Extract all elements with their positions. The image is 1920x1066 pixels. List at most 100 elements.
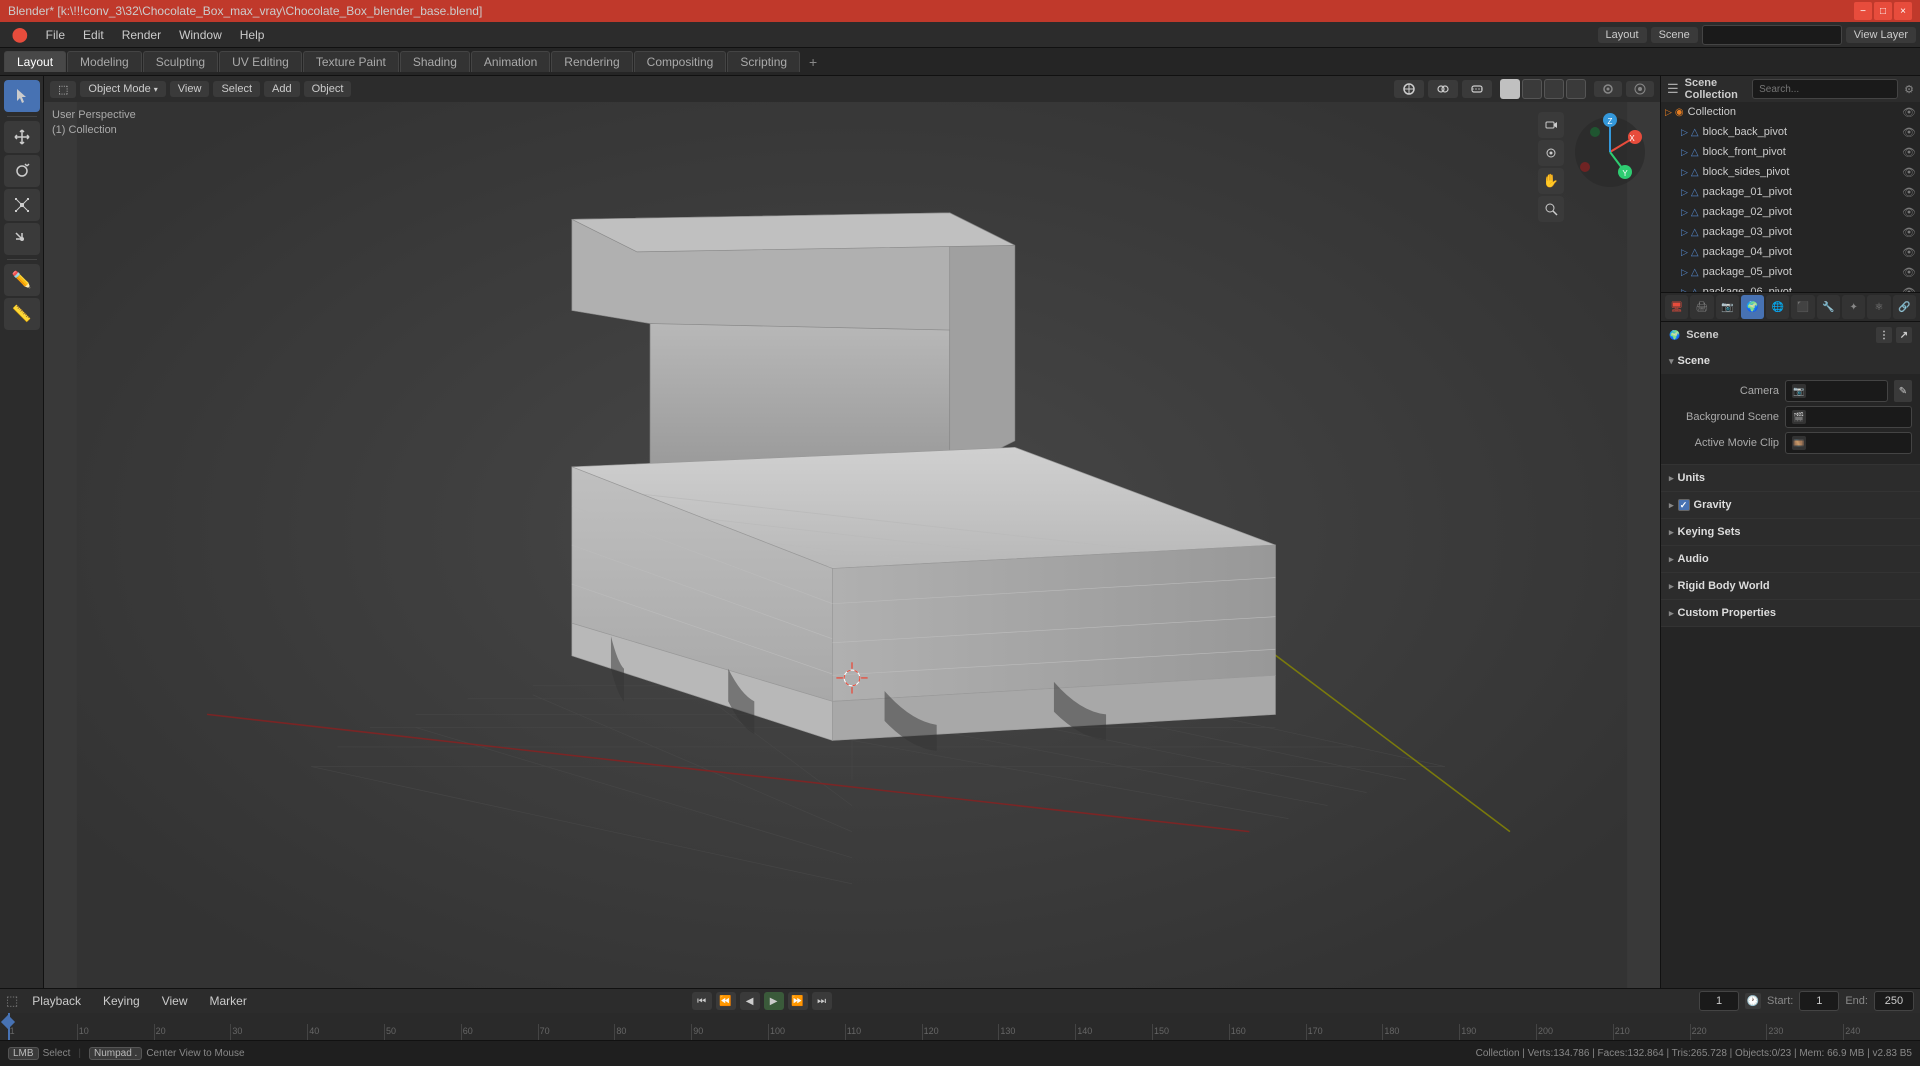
keying-sets-section-header[interactable]: ▸ Keying Sets — [1661, 519, 1920, 545]
menu-file[interactable]: File — [38, 26, 73, 44]
viewport-xray-toggle[interactable] — [1462, 80, 1492, 98]
camera-pick-button[interactable]: ✎ — [1894, 380, 1912, 402]
viewport[interactable]: ⬚ Object Mode ▾ View Select Add Object — [44, 76, 1660, 988]
close-button[interactable]: × — [1894, 2, 1912, 20]
camera-view-button[interactable] — [1538, 112, 1564, 138]
play-reverse-button[interactable]: ◀ — [740, 992, 760, 1010]
menu-render[interactable]: Render — [114, 26, 169, 44]
add-workspace-button[interactable]: + — [801, 51, 825, 73]
zoom-button[interactable] — [1538, 196, 1564, 222]
tab-animation[interactable]: Animation — [471, 51, 550, 72]
solid-shading-button[interactable] — [1500, 79, 1520, 99]
navigation-gizmo[interactable]: X Y Z — [1570, 112, 1650, 192]
background-scene-value[interactable]: 🎬 — [1785, 406, 1912, 428]
timeline-ruler[interactable]: 1102030405060708090100110120130140150160… — [0, 1013, 1920, 1040]
outliner-visibility-icon[interactable]: 👁 — [1902, 126, 1916, 139]
annotate-tool-button[interactable]: ✏️ — [4, 264, 40, 296]
rendered-shading-button[interactable] — [1544, 79, 1564, 99]
jump-to-start-button[interactable]: ⏮ — [692, 992, 712, 1010]
timeline-marker-menu[interactable]: Marker — [202, 992, 255, 1010]
render-view-button[interactable] — [1538, 140, 1564, 166]
viewport-add-menu[interactable]: Add — [264, 81, 300, 97]
tab-uv-editing[interactable]: UV Editing — [219, 51, 302, 72]
props-tab-object[interactable]: ⬛ — [1791, 295, 1814, 319]
menu-help[interactable]: Help — [232, 26, 273, 44]
minimize-button[interactable]: − — [1854, 2, 1872, 20]
outliner-item[interactable]: ▷ △ package_06_pivot 👁 — [1661, 282, 1920, 292]
outliner-visibility-icon[interactable]: 👁 — [1902, 246, 1916, 259]
props-tab-scene[interactable]: 🌍 — [1741, 295, 1764, 319]
step-forward-button[interactable]: ⏩ — [788, 992, 808, 1010]
jump-to-end-button[interactable]: ⏭ — [812, 992, 832, 1010]
proportional-edit-toggle[interactable] — [1626, 81, 1654, 97]
outliner-filter-button[interactable]: ⚙ — [1904, 83, 1914, 96]
props-tab-view-layer[interactable]: 📷 — [1716, 295, 1739, 319]
end-frame-field[interactable]: 250 — [1874, 991, 1914, 1011]
timeline-editor-type-button[interactable]: ⬚ — [6, 993, 18, 1009]
viewport-object-menu[interactable]: Object — [304, 81, 352, 97]
outliner-visibility-icon[interactable]: 👁 — [1902, 226, 1916, 239]
scale-tool-button[interactable] — [4, 189, 40, 221]
measure-tool-button[interactable]: 📏 — [4, 298, 40, 330]
panel-options-button[interactable]: ⋮ — [1876, 327, 1892, 343]
rigid-body-world-section-header[interactable]: ▸ Rigid Body World — [1661, 573, 1920, 599]
step-back-button[interactable]: ⏪ — [716, 992, 736, 1010]
timeline-view-menu[interactable]: View — [154, 992, 196, 1010]
tab-compositing[interactable]: Compositing — [634, 51, 727, 72]
audio-section-header[interactable]: ▸ Audio — [1661, 546, 1920, 572]
camera-value[interactable]: 📷 — [1785, 380, 1888, 402]
scene-view[interactable] — [44, 76, 1660, 988]
tab-shading[interactable]: Shading — [400, 51, 470, 72]
object-mode-dropdown[interactable]: Object Mode ▾ — [80, 81, 165, 97]
outliner-item[interactable]: ▷ △ package_03_pivot 👁 — [1661, 222, 1920, 242]
tab-modeling[interactable]: Modeling — [67, 51, 142, 72]
menu-window[interactable]: Window — [171, 26, 230, 44]
tab-rendering[interactable]: Rendering — [551, 51, 632, 72]
grab-button[interactable]: ✋ — [1538, 168, 1564, 194]
outliner-visibility-icon[interactable]: 👁 — [1902, 186, 1916, 199]
viewport-snap-toggle[interactable] — [1594, 81, 1622, 97]
tab-sculpting[interactable]: Sculpting — [143, 51, 218, 72]
props-tab-world[interactable]: 🌐 — [1766, 295, 1789, 319]
props-tab-output[interactable]: 🖨 — [1690, 295, 1713, 319]
props-tab-particles[interactable]: ✦ — [1842, 295, 1865, 319]
outliner-visibility-icon[interactable]: 👁 — [1902, 146, 1916, 159]
gravity-section-header[interactable]: ▸ ✓ Gravity — [1661, 492, 1920, 518]
outliner-search-input[interactable] — [1752, 79, 1898, 99]
tab-texture-paint[interactable]: Texture Paint — [303, 51, 399, 72]
timeline-playback-menu[interactable]: Playback — [24, 992, 89, 1010]
outliner-item[interactable]: ▷ △ block_sides_pivot 👁 — [1661, 162, 1920, 182]
viewport-view-menu[interactable]: View — [170, 81, 210, 97]
wireframe-shading-button[interactable] — [1566, 79, 1586, 99]
outliner-item[interactable]: ▷ △ block_front_pivot 👁 — [1661, 142, 1920, 162]
props-tab-physics[interactable]: ⚛ — [1867, 295, 1890, 319]
viewport-gizmos-toggle[interactable] — [1394, 80, 1424, 98]
outliner-item[interactable]: ▷ △ package_02_pivot 👁 — [1661, 202, 1920, 222]
outliner-item[interactable]: ▷ △ package_05_pivot 👁 — [1661, 262, 1920, 282]
menu-blender[interactable]: ⬤ — [4, 24, 36, 45]
tab-scripting[interactable]: Scripting — [727, 51, 800, 72]
outliner-item[interactable]: ▷ ◉ Collection 👁 — [1661, 102, 1920, 122]
play-button[interactable]: ▶ — [764, 992, 784, 1010]
material-shading-button[interactable] — [1522, 79, 1542, 99]
outliner-visibility-icon[interactable]: 👁 — [1902, 106, 1916, 119]
viewport-select-menu[interactable]: Select — [213, 81, 260, 97]
select-tool-button[interactable] — [4, 80, 40, 112]
start-frame-field[interactable]: 1 — [1799, 991, 1839, 1011]
outliner-visibility-icon[interactable]: 👁 — [1902, 266, 1916, 279]
outliner-item[interactable]: ▷ △ block_back_pivot 👁 — [1661, 122, 1920, 142]
panel-expand-button[interactable]: ↗ — [1896, 327, 1912, 343]
scene-section-header[interactable]: ▾ Scene — [1661, 348, 1920, 374]
timeline-keying-menu[interactable]: Keying — [95, 992, 148, 1010]
outliner-visibility-icon[interactable]: 👁 — [1902, 206, 1916, 219]
maximize-button[interactable]: □ — [1874, 2, 1892, 20]
viewport-overlays-toggle[interactable] — [1428, 80, 1458, 98]
editor-type-button[interactable]: ⬚ — [50, 81, 76, 98]
move-tool-button[interactable] — [4, 121, 40, 153]
menu-edit[interactable]: Edit — [75, 26, 112, 44]
transform-tool-button[interactable] — [4, 223, 40, 255]
props-tab-render[interactable]: 🖥 — [1665, 295, 1688, 319]
active-movie-clip-value[interactable]: 🎞️ — [1785, 432, 1912, 454]
props-tab-constraints[interactable]: 🔗 — [1893, 295, 1916, 319]
current-frame-field[interactable]: 1 — [1699, 991, 1739, 1011]
